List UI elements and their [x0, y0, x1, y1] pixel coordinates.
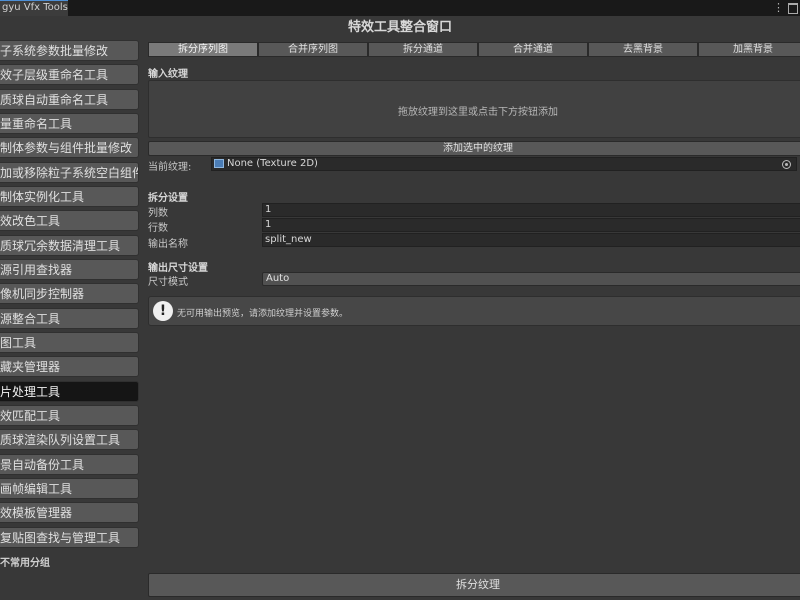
- output-name-label: 输出名称: [148, 239, 188, 250]
- sidebar-item[interactable]: 制体参数与组件批量修改: [0, 137, 139, 158]
- window-title: 特效工具整合窗口: [347, 20, 452, 35]
- sidebar-item-active[interactable]: 片处理工具: [0, 381, 139, 402]
- output-size-section-title: 输出尺寸设置: [148, 263, 208, 274]
- help-box: ! 无可用输出预览，请添加纹理并设置参数。: [148, 296, 800, 326]
- split-texture-button[interactable]: 拆分纹理: [148, 573, 800, 597]
- split-section-title: 拆分设置: [148, 193, 188, 204]
- drop-hint: 拖放纹理到这里或点击下方按钮添加: [398, 107, 558, 118]
- sidebar-item[interactable]: 质球冗余数据清理工具: [0, 235, 139, 256]
- sidebar-item[interactable]: 画帧编辑工具: [0, 478, 139, 499]
- maximize-icon[interactable]: [788, 3, 798, 14]
- sidebar-item[interactable]: 质球渲染队列设置工具: [0, 429, 139, 450]
- editor-window-tab[interactable]: gyu Vfx Tools: [0, 0, 68, 16]
- tab-merge-channel[interactable]: 合并通道: [478, 42, 588, 57]
- rows-label: 行数: [148, 223, 168, 234]
- size-mode-dropdown[interactable]: Auto: [262, 272, 800, 286]
- add-selected-texture-button[interactable]: 添加选中的纹理: [148, 141, 800, 156]
- sidebar-item[interactable]: 图工具: [0, 332, 139, 353]
- info-icon: !: [153, 301, 173, 321]
- mode-tabs: 拆分序列图 合并序列图 拆分通道 合并通道 去黑背景 加黑背景: [148, 42, 800, 57]
- tab-split-sequence[interactable]: 拆分序列图: [148, 42, 258, 57]
- sidebar-item[interactable]: 效子层级重命名工具: [0, 64, 139, 85]
- editor-titlebar: gyu Vfx Tools ⋮: [0, 0, 800, 16]
- current-texture-label: 当前纹理:: [148, 162, 192, 173]
- sidebar-item[interactable]: 效匹配工具: [0, 405, 139, 426]
- sidebar-item[interactable]: 子系统参数批量修改: [0, 40, 139, 61]
- sidebar-item[interactable]: 景自动备份工具: [0, 454, 139, 475]
- sidebar-item[interactable]: 量重命名工具: [0, 113, 139, 134]
- sidebar-item[interactable]: 效模板管理器: [0, 502, 139, 523]
- size-mode-label: 尺寸模式: [148, 277, 188, 288]
- tab-remove-black-bg[interactable]: 去黑背景: [588, 42, 698, 57]
- input-section-title: 输入纹理: [148, 69, 188, 80]
- sidebar-item[interactable]: 像机同步控制器: [0, 283, 139, 304]
- output-name-input[interactable]: split_new: [262, 233, 800, 247]
- object-picker-icon[interactable]: [782, 160, 791, 169]
- sidebar-item[interactable]: 制体实例化工具: [0, 186, 139, 207]
- sidebar-group-label[interactable]: 不常用分组: [0, 554, 50, 569]
- sidebar-item[interactable]: 藏夹管理器: [0, 356, 139, 377]
- current-texture-value: None (Texture 2D): [227, 158, 318, 169]
- sidebar-item[interactable]: 质球自动重命名工具: [0, 89, 139, 110]
- columns-input[interactable]: 1: [262, 203, 800, 217]
- sidebar-item[interactable]: 源引用查找器: [0, 259, 139, 280]
- tab-split-channel[interactable]: 拆分通道: [368, 42, 478, 57]
- sidebar-item[interactable]: 效改色工具: [0, 210, 139, 231]
- sidebar-item[interactable]: 复贴图查找与管理工具: [0, 527, 139, 548]
- kebab-menu-icon[interactable]: ⋮: [773, 0, 784, 16]
- current-texture-field[interactable]: None (Texture 2D): [211, 157, 797, 171]
- rows-input[interactable]: 1: [262, 218, 800, 232]
- tab-merge-sequence[interactable]: 合并序列图: [258, 42, 368, 57]
- sidebar-item[interactable]: 加或移除粒子系统空白组件: [0, 162, 139, 183]
- columns-label: 列数: [148, 208, 168, 219]
- help-message: 无可用输出预览，请添加纹理并设置参数。: [177, 309, 349, 319]
- sidebar-item[interactable]: 源整合工具: [0, 308, 139, 329]
- tab-add-black-bg[interactable]: 加黑背景: [698, 42, 800, 57]
- texture-drop-zone[interactable]: 拖放纹理到这里或点击下方按钮添加: [148, 80, 800, 138]
- texture-icon: [214, 158, 224, 168]
